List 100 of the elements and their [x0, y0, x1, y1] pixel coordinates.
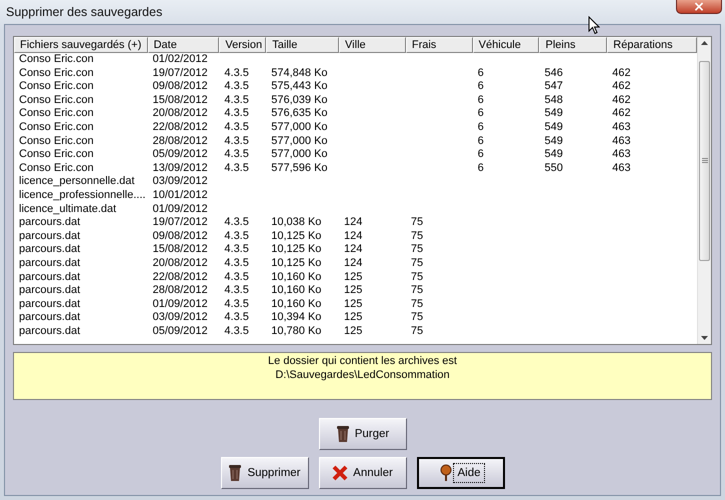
table-cell: 15/08/2012 — [152, 243, 208, 256]
table-cell: 4.3.5 — [224, 311, 249, 324]
scrollbar-thumb[interactable] — [699, 60, 710, 260]
table-cell: 10/01/2012 — [152, 188, 208, 201]
table-cell: 75 — [410, 270, 424, 282]
table-cell: Conso Eric.con — [19, 162, 94, 174]
dialog-button[interactable]: Annuler — [318, 457, 406, 489]
table-cell: 549 — [544, 120, 563, 133]
table-cell: 28/08/2012 — [152, 134, 208, 147]
dialog-button[interactable]: Purger — [318, 418, 406, 450]
column-header[interactable]: Frais — [406, 37, 473, 53]
close-icon — [332, 465, 348, 481]
table-cell: 75 — [410, 256, 424, 269]
table-cell: 125 — [344, 311, 362, 324]
info-text: D:\Sauvegardes\LedConsommation — [275, 368, 450, 382]
table-cell: 549 — [544, 148, 563, 160]
table-cell: 75 — [410, 311, 424, 324]
table-cell: 6 — [478, 148, 484, 160]
column-header[interactable]: Version — [219, 37, 266, 53]
table-cell: Conso Eric.con — [19, 66, 94, 79]
table-cell: 22/08/2012 — [152, 270, 208, 282]
dialog-button[interactable]: Aide — [416, 457, 504, 489]
table-cell: 576,635 Ko — [271, 107, 328, 120]
table-cell: 05/09/2012 — [152, 148, 208, 160]
table-cell: 4.3.5 — [224, 66, 249, 79]
table-cell: 10,160 Ko — [271, 270, 322, 282]
table-cell: 549 — [544, 134, 563, 147]
column-header[interactable]: Date — [148, 37, 220, 53]
scroll-up-icon[interactable] — [701, 41, 708, 45]
table-cell: 6 — [478, 80, 484, 92]
scroll-down-icon[interactable] — [701, 336, 708, 340]
table-cell: 10,125 Ko — [271, 230, 322, 242]
table-cell: 19/07/2012 — [152, 66, 208, 79]
table-cell: 577,000 Ko — [271, 148, 328, 160]
table-cell: 20/08/2012 — [152, 256, 208, 269]
table-cell: 10,160 Ko — [271, 298, 322, 310]
table-cell: 546 — [544, 66, 563, 79]
table-cell: parcours.dat — [19, 230, 80, 242]
table-cell: 4.3.5 — [224, 270, 249, 282]
table-cell: 10,125 Ko — [271, 243, 322, 256]
table-cell: 4.3.5 — [224, 298, 249, 310]
table-cell: parcours.dat — [19, 298, 80, 310]
scrollbar[interactable] — [697, 37, 711, 344]
table-cell: 124 — [344, 256, 362, 269]
table-cell: 10,394 Ko — [271, 311, 322, 324]
table-cell: 4.3.5 — [224, 134, 249, 147]
table-cell: 75 — [410, 298, 424, 310]
table-cell: 10,125 Ko — [271, 256, 322, 269]
table-cell: parcours.dat — [19, 270, 80, 282]
table-cell: Conso Eric.con — [19, 107, 94, 120]
table-cell: 75 — [410, 216, 424, 228]
table-cell: 09/08/2012 — [152, 80, 208, 92]
table-cell: 550 — [544, 162, 563, 174]
table-cell: 463 — [612, 148, 631, 160]
table-cell: 4.3.5 — [224, 94, 249, 106]
table-cell: Conso Eric.con — [19, 120, 94, 133]
table-cell: 125 — [344, 324, 362, 337]
table-cell: 124 — [344, 243, 362, 256]
table-cell: 6 — [478, 107, 484, 120]
table-cell: 125 — [344, 298, 362, 310]
table-cell: parcours.dat — [19, 216, 80, 228]
mouse-pointer-icon — [588, 16, 600, 35]
table-cell: 22/08/2012 — [152, 120, 208, 133]
column-header[interactable]: Taille — [266, 37, 340, 53]
column-header[interactable]: Fichiers sauvegardés (+) — [14, 37, 148, 53]
table-cell: licence_personnelle.dat — [19, 175, 135, 188]
table-cell: Conso Eric.con — [19, 94, 94, 106]
table-cell: 125 — [344, 284, 362, 296]
table-cell: 10,780 Ko — [271, 324, 322, 337]
column-header[interactable]: Ville — [339, 37, 406, 53]
table-cell: 03/09/2012 — [152, 311, 208, 324]
table-cell: 01/02/2012 — [152, 53, 208, 65]
table-cell: 03/09/2012 — [152, 175, 208, 188]
table-cell: parcours.dat — [19, 324, 80, 337]
table-cell: 4.3.5 — [224, 107, 249, 120]
pin-icon — [440, 464, 452, 482]
table-cell: 75 — [410, 230, 424, 242]
table-cell: 15/08/2012 — [152, 94, 208, 106]
dialog-button[interactable]: Supprimer — [220, 457, 308, 489]
table-cell: 6 — [478, 120, 484, 133]
table-cell: parcours.dat — [19, 243, 80, 256]
table-cell: licence_professionnelle.... — [19, 188, 146, 201]
table-cell: 28/08/2012 — [152, 284, 208, 296]
table-cell: 09/08/2012 — [152, 230, 208, 242]
table-cell: 463 — [612, 162, 631, 174]
table-cell: 4.3.5 — [224, 162, 249, 174]
table-cell: 4.3.5 — [224, 324, 249, 337]
table-cell: parcours.dat — [19, 284, 80, 296]
table-cell: 577,596 Ko — [271, 162, 328, 174]
table-cell: 6 — [478, 162, 484, 174]
column-header[interactable]: Réparations — [607, 37, 697, 53]
column-header[interactable]: Pleins — [539, 37, 608, 53]
column-header[interactable]: Véhicule — [472, 37, 540, 53]
window-title: Supprimer des sauvegardes — [6, 5, 162, 19]
table-cell: 19/07/2012 — [152, 216, 208, 228]
table-cell: 20/08/2012 — [152, 107, 208, 120]
table-cell: 462 — [612, 66, 631, 79]
table-cell: 4.3.5 — [224, 243, 249, 256]
table-cell: 4.3.5 — [224, 284, 249, 296]
table-cell: licence_ultimate.dat — [19, 202, 116, 215]
